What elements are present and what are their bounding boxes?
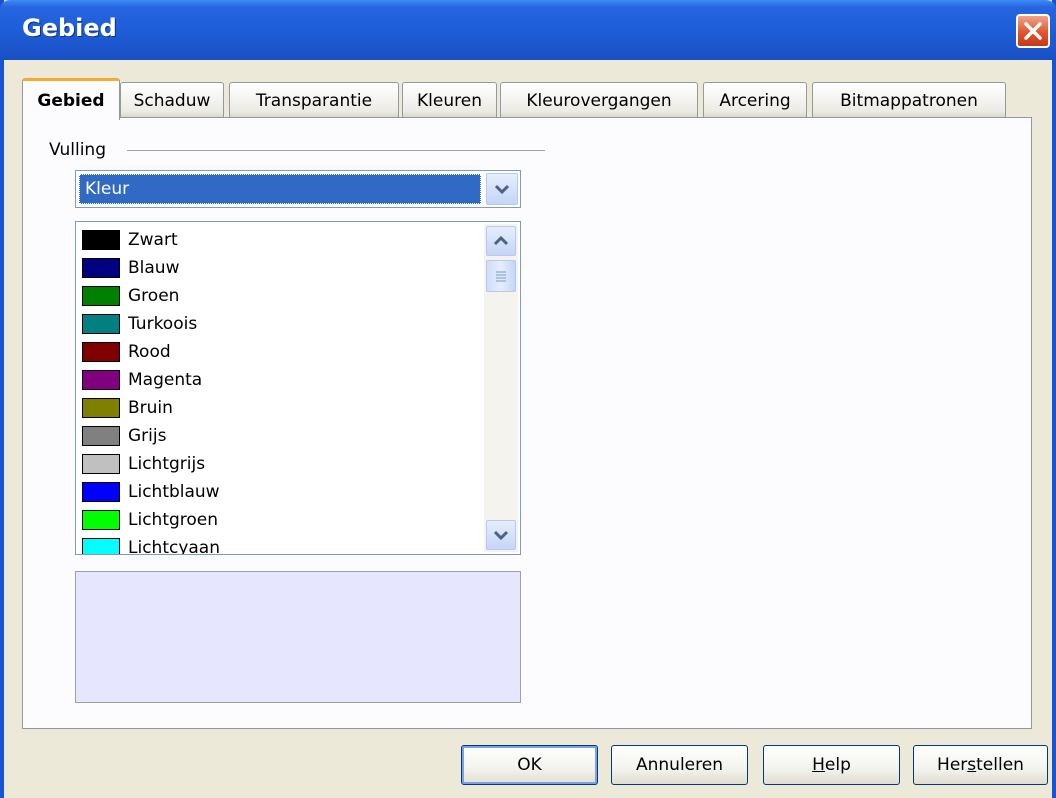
tab-gebied[interactable]: Gebied	[22, 78, 120, 120]
grip-icon	[496, 271, 506, 282]
tab-label: Schaduw	[133, 90, 211, 111]
tab-schaduw[interactable]: Schaduw	[120, 82, 224, 118]
color-name: Bruin	[128, 398, 173, 418]
reset-label-rest: tellen	[976, 755, 1024, 775]
fill-group-label: Vulling	[49, 140, 106, 160]
color-list-item[interactable]: Lichtgrijs	[80, 450, 460, 478]
color-name: Lichtgroen	[128, 510, 219, 530]
ok-label: OK	[517, 755, 542, 775]
reset-button[interactable]: Her s tellen	[913, 745, 1048, 785]
tab-kleurovergangen[interactable]: Kleurovergangen	[500, 82, 698, 118]
color-swatch	[82, 538, 120, 554]
reset-label-prefix: Her	[937, 755, 968, 775]
color-swatch	[82, 230, 120, 250]
color-list-item[interactable]: Rood	[80, 338, 460, 366]
tab-label: Kleurovergangen	[526, 90, 672, 111]
close-button[interactable]	[1016, 14, 1050, 48]
help-label-rest: elp	[824, 755, 851, 775]
color-swatch	[82, 314, 120, 334]
scroll-up-button[interactable]	[486, 226, 516, 256]
title-bar[interactable]: Gebied	[0, 0, 1056, 60]
color-name: Turkoois	[128, 314, 198, 334]
scroll-thumb[interactable]	[486, 260, 516, 292]
color-swatch	[82, 342, 120, 362]
color-swatch	[82, 398, 120, 418]
cancel-label: Annuleren	[636, 755, 723, 775]
color-name: Lichtgrijs	[128, 454, 206, 474]
color-list-item[interactable]: Lichtgroen	[80, 506, 460, 534]
close-icon	[1024, 22, 1042, 40]
tab-panel-gebied: Vulling Kleur Zwart Blauw Groen Turkoois Roo…	[22, 117, 1032, 729]
color-list-item[interactable]: Groen	[80, 282, 460, 310]
chevron-down-icon	[494, 184, 510, 195]
color-name: Groen	[128, 286, 180, 306]
color-list-item[interactable]: Turkoois	[80, 310, 460, 338]
tab-transparantie[interactable]: Transparantie	[229, 82, 399, 118]
tab-label: Arcering	[719, 90, 791, 111]
color-list-item[interactable]: Magenta	[80, 366, 460, 394]
tab-label: Kleuren	[417, 90, 482, 111]
tab-strip: Gebied Schaduw Transparantie Kleuren Kle…	[22, 78, 1022, 120]
color-list-item[interactable]: Bruin	[80, 394, 460, 422]
fill-preview	[75, 571, 521, 703]
color-swatch	[82, 426, 120, 446]
color-name: Lichtcyaan	[128, 538, 220, 555]
color-swatch	[82, 482, 120, 502]
scroll-down-button[interactable]	[486, 520, 516, 550]
color-list-items: Zwart Blauw Groen Turkoois Rood Magenta Bruin G…	[80, 226, 460, 555]
color-swatch	[82, 510, 120, 530]
help-mnemonic: H	[812, 755, 825, 775]
tab-kleuren[interactable]: Kleuren	[402, 82, 497, 118]
reset-mnemonic: s	[967, 755, 977, 775]
cancel-button[interactable]: Annuleren	[611, 745, 748, 785]
help-button[interactable]: Help	[763, 745, 900, 785]
tab-label: Gebied	[37, 90, 105, 111]
color-name: Blauw	[128, 258, 180, 278]
tab-bitmappatronen[interactable]: Bitmappatronen	[812, 82, 1006, 118]
tab-label: Transparantie	[255, 90, 373, 111]
color-list-item[interactable]: Lichtblauw	[80, 478, 460, 506]
color-name: Zwart	[128, 230, 178, 250]
dropdown-arrow-button[interactable]	[486, 173, 518, 205]
color-swatch	[82, 454, 120, 474]
color-name: Lichtblauw	[128, 482, 220, 502]
color-swatch	[82, 258, 120, 278]
fill-type-dropdown[interactable]: Kleur	[75, 170, 521, 208]
color-list[interactable]: Zwart Blauw Groen Turkoois Rood Magenta Bruin G…	[75, 221, 521, 555]
color-list-item[interactable]: Lichtcyaan	[80, 534, 460, 555]
tab-arcering[interactable]: Arcering	[703, 82, 807, 118]
window-title: Gebied	[22, 14, 117, 42]
color-name: Grijs	[128, 426, 167, 446]
tab-label: Bitmappatronen	[840, 90, 978, 111]
color-list-item[interactable]: Zwart	[80, 226, 460, 254]
color-name: Magenta	[128, 370, 203, 390]
color-swatch	[82, 286, 120, 306]
color-list-item[interactable]: Grijs	[80, 422, 460, 450]
chevron-down-icon	[493, 530, 509, 541]
group-divider	[127, 150, 545, 151]
chevron-up-icon	[493, 235, 509, 246]
color-list-item[interactable]: Blauw	[80, 254, 460, 282]
ok-button[interactable]: OK	[461, 745, 598, 785]
color-swatch	[82, 370, 120, 390]
fill-type-selected: Kleur	[79, 174, 481, 204]
color-name: Rood	[128, 342, 171, 362]
vertical-scrollbar[interactable]	[484, 224, 518, 552]
